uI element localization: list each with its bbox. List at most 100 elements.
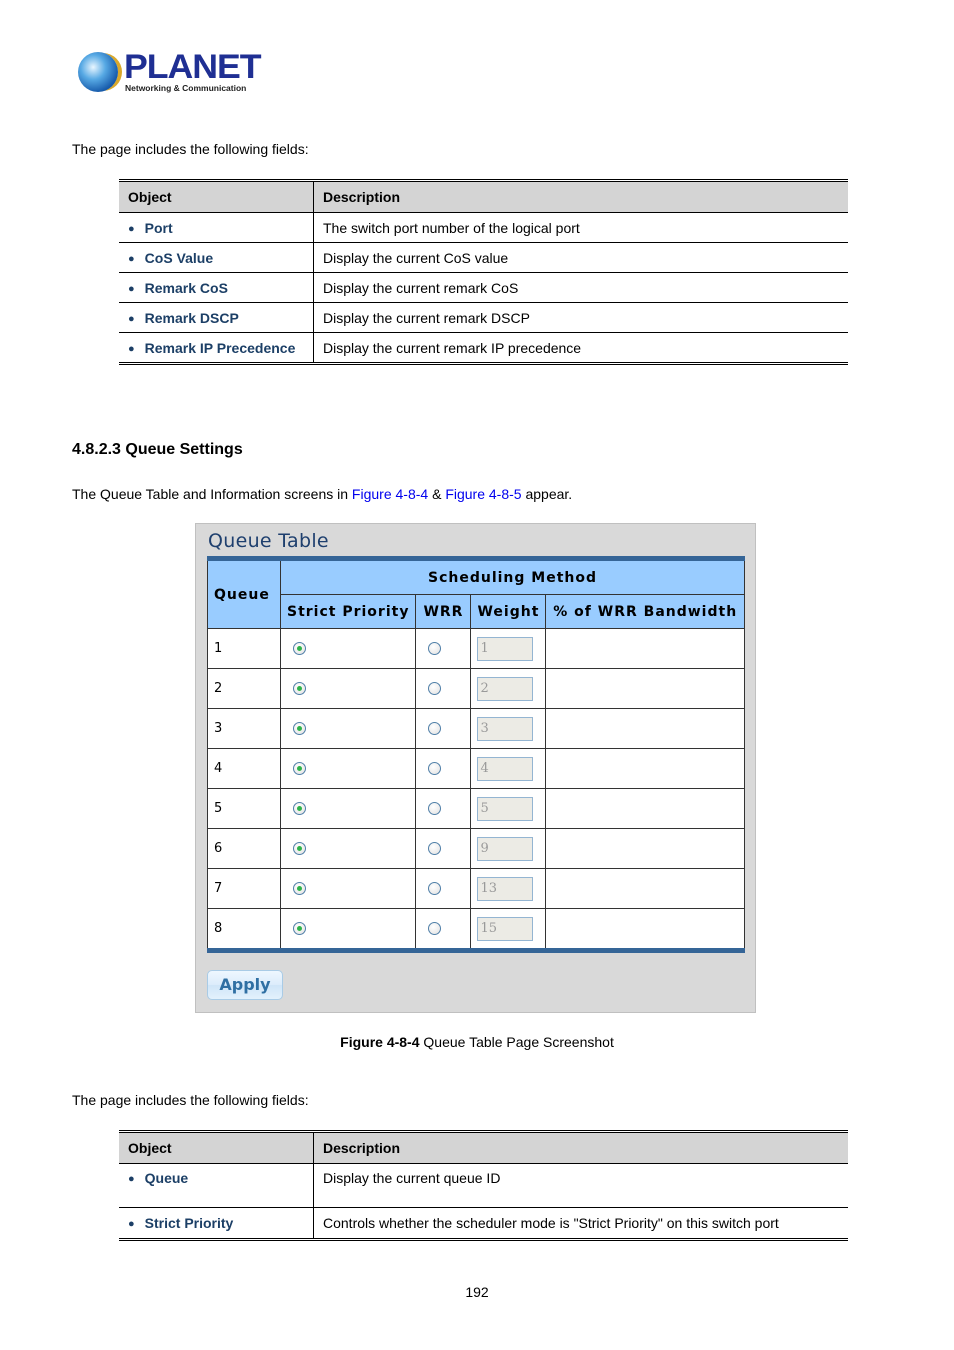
strict-priority-radio[interactable] xyxy=(293,722,306,735)
object-name: Port xyxy=(144,219,173,236)
body-text: The Queue Table and Information screens … xyxy=(72,486,352,502)
bullet-icon: ● xyxy=(128,282,135,295)
queue-id: 2 xyxy=(207,668,281,709)
strict-priority-cell xyxy=(279,828,417,869)
strict-priority-cell xyxy=(279,708,417,749)
queue-table: Queue Scheduling Method Strict Priority … xyxy=(207,556,745,953)
page-number: 192 xyxy=(465,1284,489,1300)
header-scheduling-method: Scheduling Method xyxy=(280,558,745,595)
strict-priority-radio[interactable] xyxy=(293,642,306,655)
wrr-cell xyxy=(415,828,472,869)
object-description: Display the current remark DSCP xyxy=(313,302,848,333)
figure-link-4-8-4[interactable]: Figure 4-8-4 xyxy=(352,486,428,502)
wrr-radio[interactable] xyxy=(428,922,442,935)
header-strict-priority: Strict Priority xyxy=(279,594,417,629)
header-queue: Queue xyxy=(207,558,281,629)
weight-input[interactable]: 13 xyxy=(477,876,534,901)
wrr-cell xyxy=(415,628,472,669)
queue-table-title: Queue Table xyxy=(208,530,329,552)
wrr-bandwidth-cell xyxy=(545,708,745,749)
strict-priority-cell xyxy=(279,668,417,709)
intro-text-1: The page includes the following fields: xyxy=(72,141,309,157)
weight-input[interactable]: 2 xyxy=(477,676,534,701)
wrr-bandwidth-cell xyxy=(545,628,745,669)
wrr-radio[interactable] xyxy=(428,802,442,815)
figure-caption: Figure 4-8-4 Queue Table Page Screenshot xyxy=(0,1034,954,1050)
weight-input[interactable]: 4 xyxy=(477,756,534,781)
queue-row: 22 xyxy=(207,668,745,709)
strict-priority-cell xyxy=(279,908,417,951)
logo-tagline: Networking & Communication xyxy=(125,83,247,93)
queue-id: 3 xyxy=(207,708,281,749)
bullet-icon: ● xyxy=(128,1218,135,1230)
strict-priority-radio[interactable] xyxy=(293,802,306,815)
wrr-radio[interactable] xyxy=(428,762,442,775)
weight-input[interactable]: 9 xyxy=(477,836,534,861)
table-row: ● Strict Priority Controls whether the sc… xyxy=(119,1207,848,1240)
wrr-radio[interactable] xyxy=(428,642,442,655)
bullet-icon: ● xyxy=(128,1173,135,1185)
queue-id: 7 xyxy=(207,868,281,909)
strict-priority-radio[interactable] xyxy=(293,922,306,935)
table-row: ● Remark IP Precedence Display the curren… xyxy=(119,332,848,364)
weight-cell: 2 xyxy=(470,668,547,709)
queue-row: 7 13 xyxy=(207,868,745,909)
wrr-cell xyxy=(415,908,472,951)
strict-priority-radio[interactable] xyxy=(293,842,306,855)
figure-link-4-8-5[interactable]: Figure 4-8-5 xyxy=(445,486,521,502)
queue-id: 1 xyxy=(207,628,281,669)
logo-brand: PLANET xyxy=(124,48,262,86)
queue-row: 33 xyxy=(207,708,745,749)
weight-cell: 5 xyxy=(470,788,547,829)
weight-cell: 3 xyxy=(470,708,547,749)
header-description: Description xyxy=(313,180,848,213)
queue-row: 69 xyxy=(207,828,745,869)
wrr-cell xyxy=(415,668,472,709)
wrr-radio[interactable] xyxy=(428,882,442,895)
bullet-icon: ● xyxy=(128,342,135,355)
wrr-radio[interactable] xyxy=(428,722,442,735)
weight-input[interactable]: 15 xyxy=(477,916,534,941)
object-name: Queue xyxy=(144,1170,189,1186)
bullet-icon: ● xyxy=(128,222,135,235)
wrr-bandwidth-cell xyxy=(545,828,745,869)
body-text: appear. xyxy=(521,486,573,502)
wrr-cell xyxy=(415,788,472,829)
wrr-bandwidth-cell xyxy=(545,668,745,709)
apply-button[interactable]: Apply xyxy=(207,970,283,1000)
object-description: Display the current remark CoS xyxy=(313,272,848,303)
body-text: & xyxy=(428,486,446,502)
wrr-bandwidth-cell xyxy=(545,748,745,789)
wrr-bandwidth-cell xyxy=(545,868,745,909)
object-name: Remark DSCP xyxy=(144,309,239,326)
strict-priority-radio[interactable] xyxy=(293,882,306,895)
weight-input[interactable]: 3 xyxy=(477,716,534,741)
weight-cell: 13 xyxy=(470,868,547,909)
object-name: Remark CoS xyxy=(144,279,228,296)
queue-row: 8 15 xyxy=(207,908,745,951)
table-row: ● Remark CoS Display the current remark C… xyxy=(119,272,848,303)
strict-priority-radio[interactable] xyxy=(293,762,306,775)
queue-id: 6 xyxy=(207,828,281,869)
strict-priority-cell xyxy=(279,628,417,669)
object-name: Strict Priority xyxy=(144,1215,234,1231)
table-row: ● CoS Value Display the current CoS value xyxy=(119,242,848,273)
caption-text: Queue Table Page Screenshot xyxy=(419,1034,614,1050)
strict-priority-radio[interactable] xyxy=(293,682,306,695)
header-wrr-bandwidth: % of WRR Bandwidth xyxy=(545,594,745,629)
queue-header-row-1: Queue Scheduling Method xyxy=(207,558,745,629)
object-description: Display the current remark IP precedence xyxy=(323,339,582,356)
wrr-radio[interactable] xyxy=(428,842,442,855)
queue-table-screenshot: Queue Table Queue Scheduling Method Stri… xyxy=(195,523,756,1013)
table-header-row: Object Description xyxy=(119,180,848,213)
fields-table-1: Object Description ● Port The switch port… xyxy=(119,179,848,365)
object-description: Display the current CoS value xyxy=(313,242,848,273)
wrr-radio[interactable] xyxy=(428,682,442,695)
weight-input[interactable]: 1 xyxy=(477,636,534,661)
wrr-cell xyxy=(415,748,472,789)
weight-input[interactable]: 5 xyxy=(477,796,534,821)
object-description: Controls whether the scheduler mode is "… xyxy=(323,1215,779,1231)
header-description: Description xyxy=(313,1131,848,1164)
header-wrr: WRR xyxy=(415,594,472,629)
object-description: Display the current queue ID xyxy=(313,1163,848,1208)
